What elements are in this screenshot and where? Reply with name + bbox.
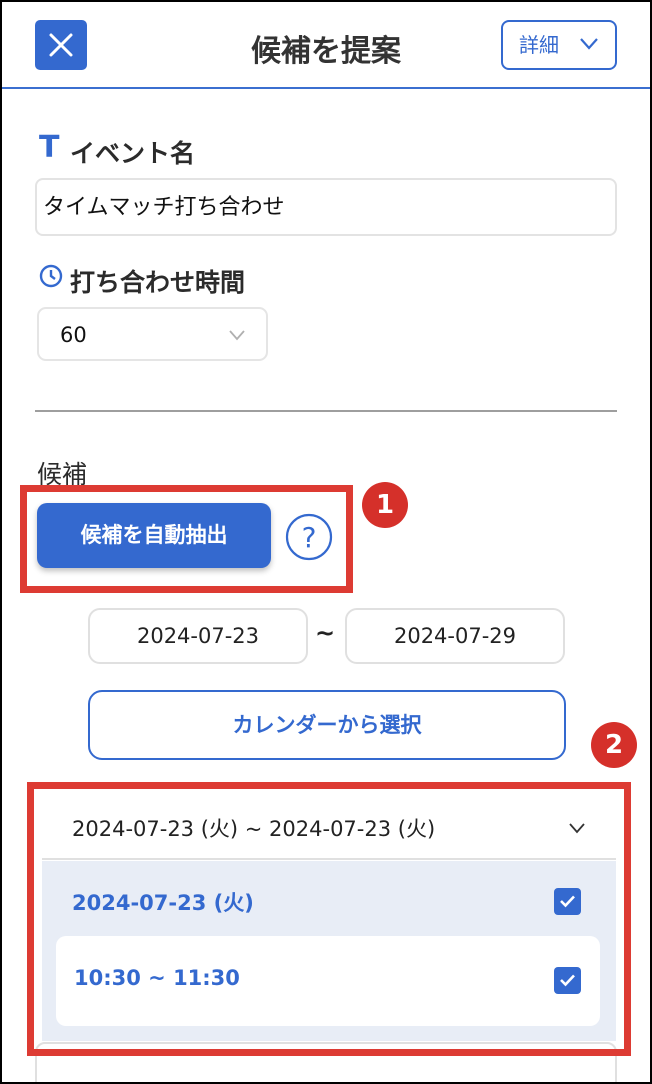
step-badge-1: 1 xyxy=(362,482,408,528)
duration-value: 60 xyxy=(60,323,87,347)
duration-select[interactable]: 60 xyxy=(37,307,268,361)
header: 候補を提案 詳細 xyxy=(2,2,650,89)
help-glyph: ? xyxy=(302,521,317,554)
chevron-down-icon xyxy=(580,38,598,50)
help-icon[interactable]: ? xyxy=(284,512,334,562)
app-frame: 候補を提案 詳細 T イベント名 タイムマッチ打ち合わせ 打ち合わせ時間 60 … xyxy=(2,2,650,1082)
event-name-input[interactable]: タイムマッチ打ち合わせ xyxy=(35,178,617,236)
step-badge-2: 2 xyxy=(591,722,637,768)
detail-button[interactable]: 詳細 xyxy=(501,20,617,70)
clock-icon xyxy=(39,264,63,288)
auto-extract-button[interactable]: 候補を自動抽出 xyxy=(37,503,271,568)
text-icon: T xyxy=(39,130,60,165)
end-date-input[interactable]: 2024-07-29 xyxy=(345,608,565,664)
event-name-label: イベント名 xyxy=(70,139,196,168)
detail-button-label: 詳細 xyxy=(519,33,559,57)
chevron-down-icon xyxy=(229,330,245,341)
start-date-input[interactable]: 2024-07-23 xyxy=(88,608,308,664)
duration-label: 打ち合わせ時間 xyxy=(70,268,246,297)
range-separator: ~ xyxy=(315,619,336,647)
divider xyxy=(35,410,617,412)
select-from-calendar-button[interactable]: カレンダーから選択 xyxy=(88,690,566,760)
highlight-box-2 xyxy=(27,782,631,1056)
